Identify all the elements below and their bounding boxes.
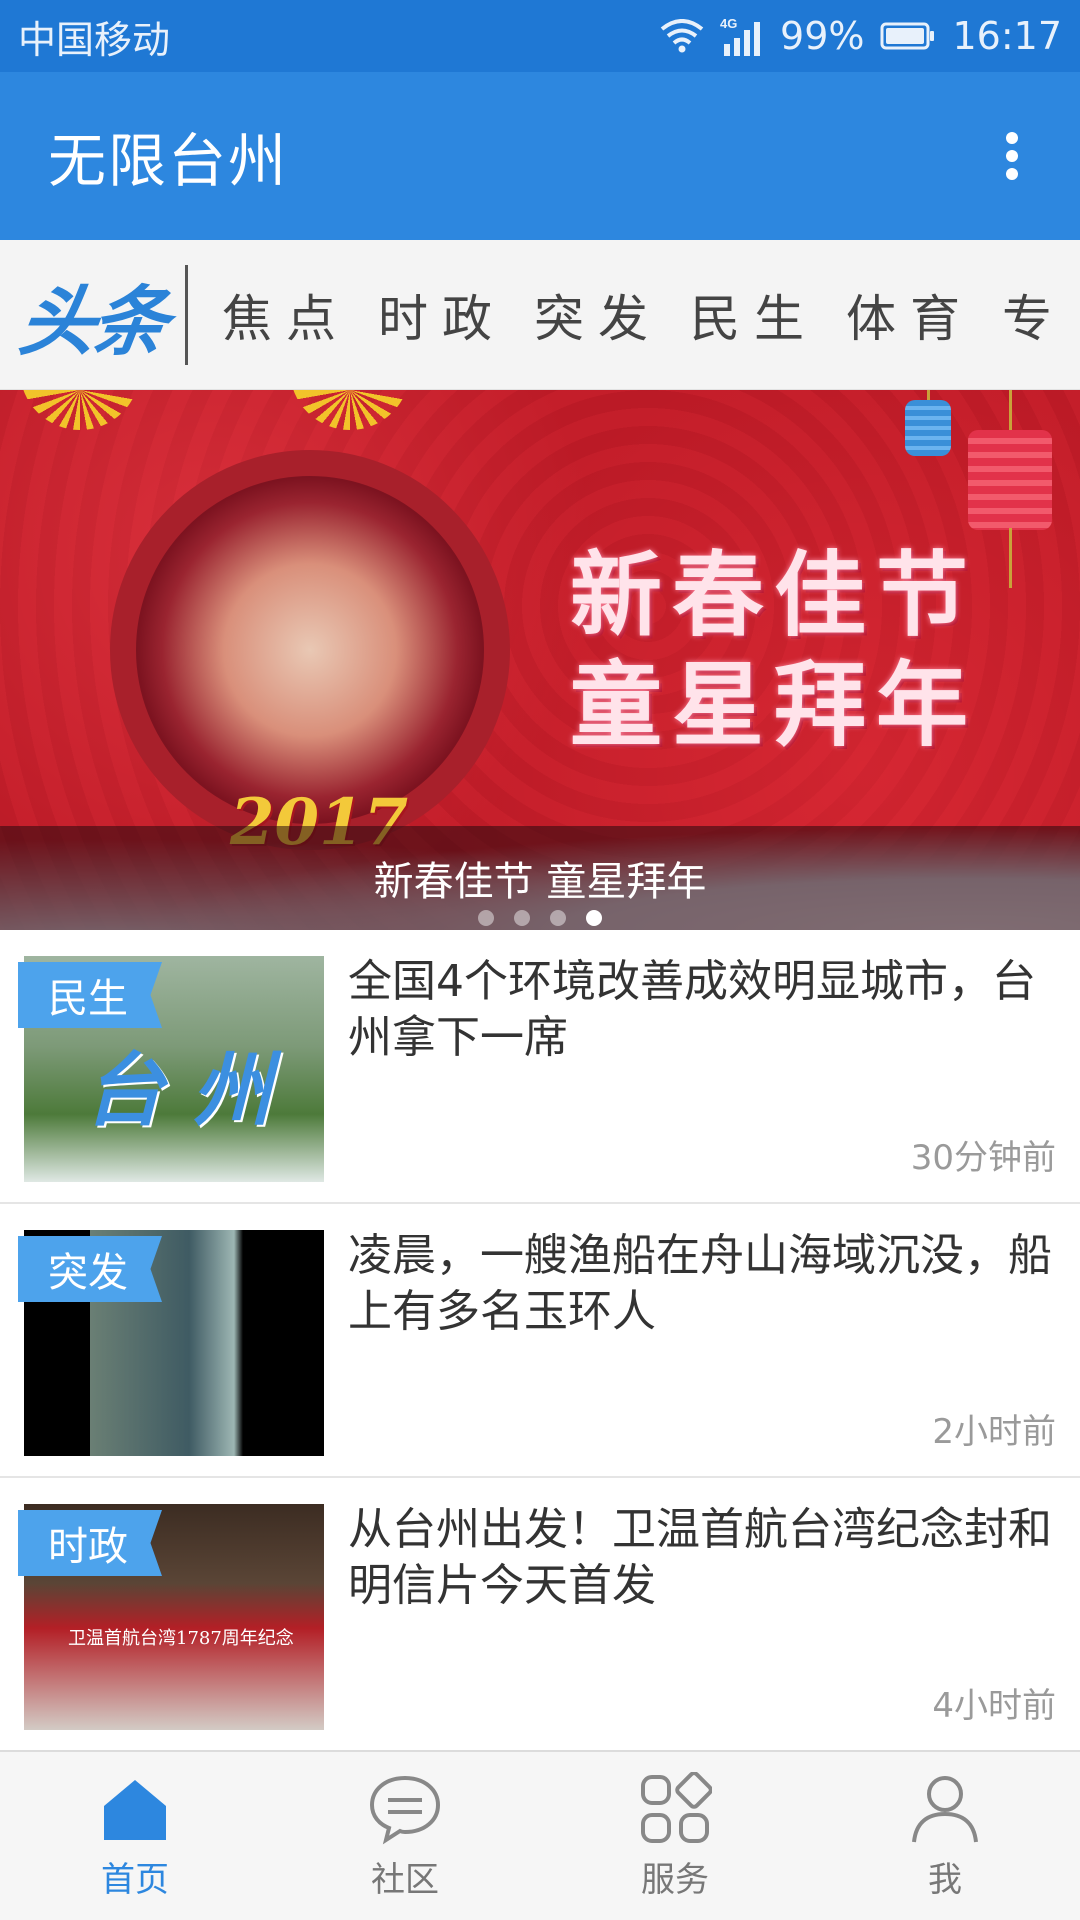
news-item[interactable]: 突发 凌晨，一艘渔船在舟山海域沉没，船上有多名玉环人 2小时前 — [0, 1204, 1080, 1478]
news-item[interactable]: 卫温首航台湾1787周年纪念 时政 从台州出发！卫温首航台湾纪念封和明信片今天首… — [0, 1478, 1080, 1752]
app-title: 无限台州 — [48, 127, 289, 195]
news-tag: 民生 — [18, 962, 162, 1028]
network-type-label: 4G — [720, 16, 737, 31]
app-bar: 无限台州 — [0, 72, 1080, 240]
nav-home-label: 首页 — [101, 1859, 169, 1900]
category-tab-bar: 头条 焦点 时政 突发 民生 体育 专 — [0, 240, 1080, 390]
carousel-dot-active[interactable] — [586, 910, 602, 926]
thumbnail-text: 卫温首航台湾1787周年纪念 — [68, 1628, 294, 1649]
more-dot — [1006, 150, 1018, 162]
news-time: 4小时前 — [932, 1686, 1056, 1726]
battery-percent: 99% — [780, 14, 865, 58]
signal-icon: 4G — [720, 16, 761, 56]
toutiao-logo[interactable]: 头条 — [0, 240, 185, 389]
toutiao-logo-text: 头条 — [13, 276, 171, 366]
news-time: 30分钟前 — [910, 1138, 1056, 1178]
tab-divider — [185, 264, 188, 365]
carousel-dot[interactable] — [514, 910, 530, 926]
battery-icon — [880, 22, 935, 50]
more-vert-icon[interactable] — [992, 126, 1032, 186]
carousel-dot[interactable] — [478, 910, 494, 926]
tab-breaking[interactable]: 突发 — [520, 279, 676, 351]
bottom-nav: 首页 社区 服务 我 — [0, 1750, 1080, 1920]
banner-art-line2: 童星拜年 — [570, 651, 979, 759]
news-title: 凌晨，一艘渔船在舟山海域沉没，船上有多名玉环人 — [348, 1230, 1052, 1337]
banner-carousel[interactable]: 新春佳节 童星拜年 2017 新春佳节 童星拜年 — [0, 390, 1080, 930]
status-bar: 中国移动 4G 99% 16:17 — [0, 0, 1080, 72]
tab-special[interactable]: 专 — [988, 279, 1080, 351]
news-time: 2小时前 — [932, 1412, 1056, 1452]
nav-community[interactable]: 社区 — [270, 1752, 540, 1920]
chat-bubble-icon — [369, 1775, 441, 1844]
nav-home[interactable]: 首页 — [0, 1752, 270, 1920]
nav-services-label: 服务 — [641, 1859, 709, 1900]
lantern-red — [968, 430, 1052, 530]
nav-me-label: 我 — [928, 1859, 962, 1900]
thumbnail-text: 台 州 — [84, 1044, 272, 1137]
tab-sports[interactable]: 体育 — [832, 279, 988, 351]
wifi-icon — [660, 19, 704, 53]
lantern-string — [1009, 528, 1012, 588]
news-tag: 突发 — [18, 1236, 162, 1302]
lantern-string — [1009, 390, 1012, 434]
home-icon — [104, 1779, 166, 1840]
news-title: 从台州出发！卫温首航台湾纪念封和明信片今天首发 — [348, 1504, 1052, 1611]
carousel-indicator — [0, 910, 1080, 926]
grid-apps-icon — [641, 1771, 712, 1843]
news-tag: 时政 — [18, 1510, 162, 1576]
more-dot — [1006, 132, 1018, 144]
tab-focus[interactable]: 焦点 — [208, 279, 364, 351]
person-icon — [912, 1775, 978, 1842]
lantern-blue — [905, 400, 951, 456]
banner-caption: 新春佳节 童星拜年 — [373, 859, 707, 905]
status-icons: 4G 99% 16:17 — [660, 14, 1062, 58]
tab-livelihood[interactable]: 民生 — [676, 279, 832, 351]
news-title: 全国4个环境改善成效明显城市，台州拿下一席 — [348, 956, 1036, 1063]
banner-art-line1: 新春佳节 — [570, 541, 979, 649]
nav-community-label: 社区 — [371, 1859, 439, 1900]
news-list: 台 州 民生 全国4个环境改善成效明显城市，台州拿下一席 30分钟前 突发 凌晨… — [0, 930, 1080, 1752]
tab-politics[interactable]: 时政 — [364, 279, 520, 351]
carrier-label: 中国移动 — [18, 17, 171, 62]
more-dot — [1006, 168, 1018, 180]
news-item[interactable]: 台 州 民生 全国4个环境改善成效明显城市，台州拿下一席 30分钟前 — [0, 930, 1080, 1204]
banner-art-text: 新春佳节 童星拜年 — [570, 540, 990, 760]
nav-me[interactable]: 我 — [810, 1752, 1080, 1920]
carousel-dot[interactable] — [550, 910, 566, 926]
nav-services[interactable]: 服务 — [540, 1752, 810, 1920]
clock: 16:17 — [952, 14, 1062, 58]
